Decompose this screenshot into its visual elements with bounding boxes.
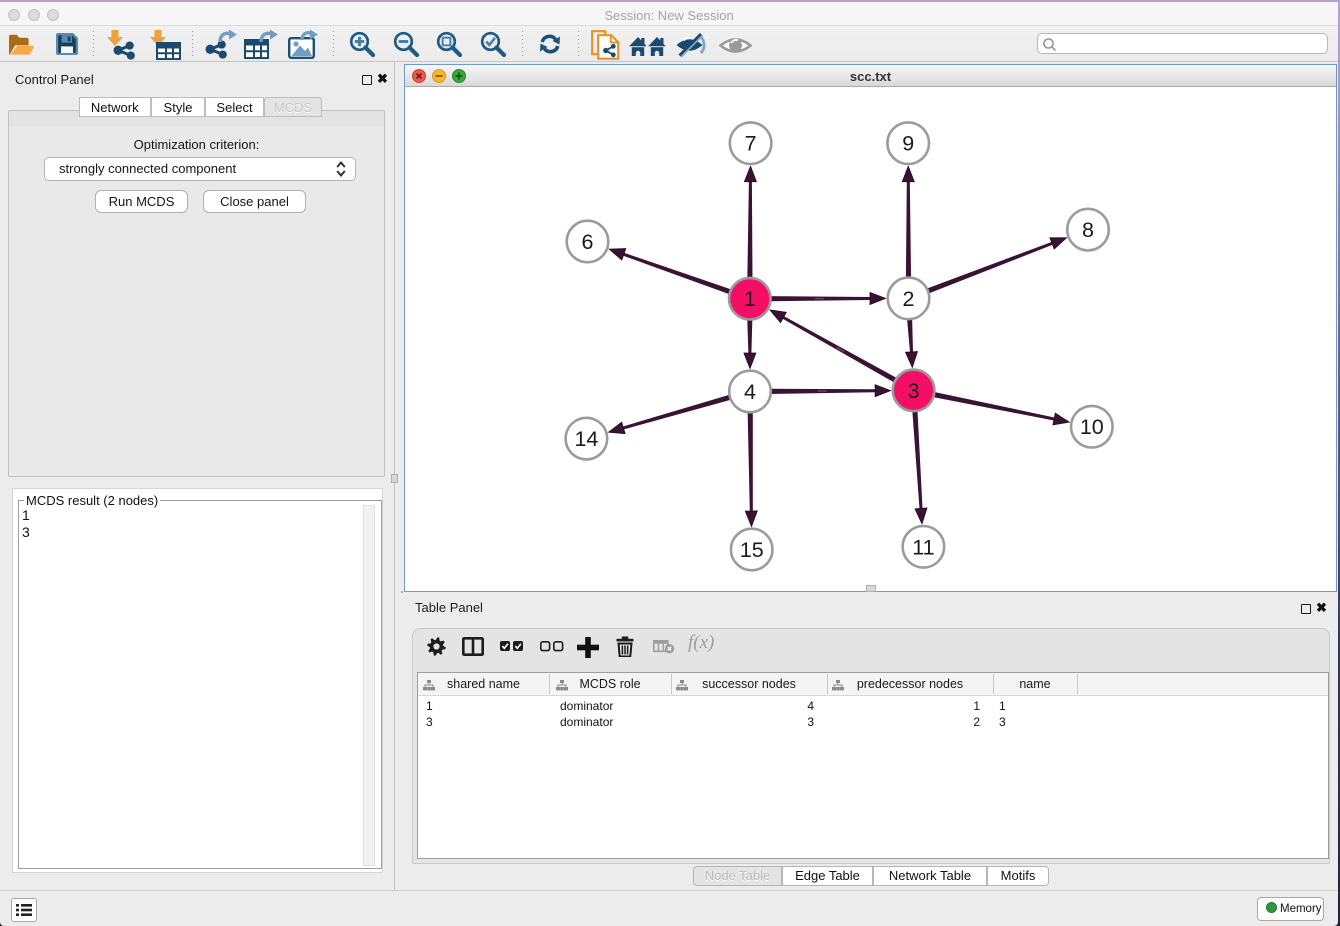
svg-text:4: 4: [744, 380, 756, 404]
svg-text:15: 15: [740, 538, 764, 562]
svg-text:10: 10: [1080, 415, 1104, 439]
svg-text:1: 1: [744, 287, 756, 311]
svg-text:8: 8: [1082, 218, 1094, 242]
svg-text:3: 3: [908, 379, 920, 403]
svg-text:7: 7: [745, 132, 757, 156]
svg-text:9: 9: [902, 132, 914, 156]
svg-text:11: 11: [912, 535, 934, 559]
svg-text:2: 2: [903, 287, 915, 311]
svg-text:6: 6: [582, 230, 594, 254]
svg-text:14: 14: [574, 427, 598, 451]
